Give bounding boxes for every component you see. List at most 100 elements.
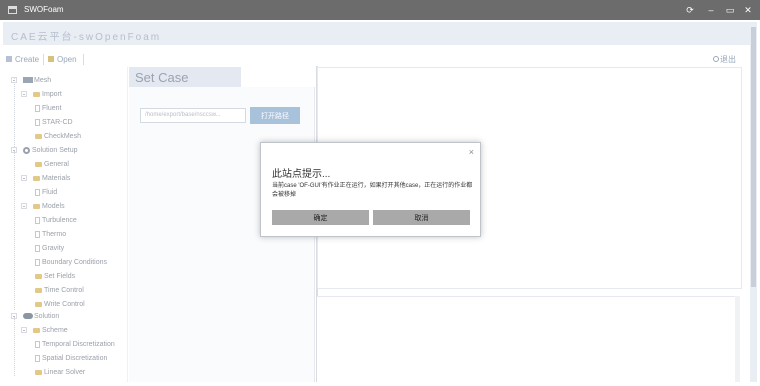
collapse-icon[interactable] xyxy=(11,313,17,319)
sidebar-item-checkmesh[interactable]: CheckMesh xyxy=(35,130,81,142)
file-icon xyxy=(35,230,40,238)
sidebar-item-time-control[interactable]: Time Control xyxy=(35,284,84,296)
sidebar-item-scheme[interactable]: Scheme xyxy=(21,324,68,336)
sidebar-item-turbulence[interactable]: Turbulence xyxy=(35,214,77,226)
file-icon xyxy=(35,244,40,252)
folder-icon xyxy=(35,301,42,307)
sidebar-item-label: Write Control xyxy=(44,300,85,308)
mesh-icon xyxy=(23,77,33,83)
collapse-icon[interactable] xyxy=(21,327,27,333)
sidebar-item-label: Turbulence xyxy=(42,216,77,224)
sidebar-item-boundary-conditions[interactable]: Boundary Conditions xyxy=(35,256,107,268)
case-path-input[interactable]: /home/export/base/nsccsw... xyxy=(140,108,246,123)
folder-icon xyxy=(35,161,42,167)
site-alert-dialog: × 此站点提示... 当前case 'OF-GUI'有作业正在运行，如果打开其他… xyxy=(260,142,481,237)
confirm-button[interactable]: 确定 xyxy=(272,210,369,225)
folder-icon xyxy=(33,327,40,333)
collapse-icon[interactable] xyxy=(11,77,17,83)
collapse-icon[interactable] xyxy=(21,91,27,97)
sidebar-item-label: Gravity xyxy=(42,244,65,252)
sidebar-item-label: Models xyxy=(42,202,65,210)
sidebar-item-temporal-discretization[interactable]: Temporal Discretization xyxy=(35,338,115,350)
gear-icon xyxy=(23,146,30,154)
sidebar-item-fluent[interactable]: Fluent xyxy=(35,102,61,114)
dialog-title: 此站点提示... xyxy=(272,169,331,180)
window-title: SWOFoam xyxy=(24,5,64,14)
file-icon xyxy=(35,258,40,266)
sidebar-item-materials[interactable]: Materials xyxy=(21,172,70,184)
collapse-icon[interactable] xyxy=(11,147,17,153)
brand-header: CAE云平台-swOpenFoam xyxy=(3,22,750,45)
file-icon xyxy=(35,216,40,224)
sidebar-item-thermo[interactable]: Thermo xyxy=(35,228,66,240)
maximize-button[interactable]: ▭ xyxy=(724,4,736,16)
sidebar-item-solution-setup[interactable]: Solution Setup xyxy=(11,144,78,156)
log-scrollbar[interactable] xyxy=(735,296,740,382)
toolbar-divider xyxy=(83,54,84,65)
folder-icon xyxy=(33,91,40,97)
close-window-button[interactable]: ✕ xyxy=(742,4,754,16)
sidebar-item-gravity[interactable]: Gravity xyxy=(35,242,64,254)
sidebar-item-label: CheckMesh xyxy=(44,132,81,140)
sidebar-item-label: Fluid xyxy=(42,188,58,196)
sidebar-item-general[interactable]: General xyxy=(35,158,69,170)
sidebar-item-import[interactable]: Import xyxy=(21,88,62,100)
page-scrollbar[interactable] xyxy=(750,22,757,382)
collapse-icon[interactable] xyxy=(21,203,27,209)
sidebar-item-label: Spatial Discretization xyxy=(42,354,108,362)
refresh-icon[interactable]: ⟳ xyxy=(684,4,696,16)
file-icon xyxy=(35,188,40,196)
folder-icon xyxy=(35,369,42,375)
dialog-message: 当前case 'OF-GUI'有作业正在运行，如果打开其他case，正在运行的作… xyxy=(272,183,473,198)
toolbar-divider xyxy=(43,54,44,65)
sidebar-item-label: Solution xyxy=(34,312,60,320)
sidebar-item-label: Mesh xyxy=(34,76,52,84)
tree-guide xyxy=(14,78,15,148)
sidebar-item-label: Solution Setup xyxy=(32,146,78,154)
sidebar-item-write-control[interactable]: Write Control xyxy=(35,298,85,310)
brand-title: CAE云平台-swOpenFoam xyxy=(11,32,162,43)
page-scrollbar-thumb[interactable] xyxy=(751,27,756,287)
tree-guide xyxy=(14,317,15,377)
sidebar-item-label: Linear Solver xyxy=(44,368,86,376)
exit-label: 退出 xyxy=(720,54,736,64)
cancel-button[interactable]: 取消 xyxy=(373,210,470,225)
folder-icon xyxy=(35,273,42,279)
sidebar-item-star-cd[interactable]: STAR-CD xyxy=(35,116,73,128)
log-panel xyxy=(317,296,739,382)
folder-icon xyxy=(33,175,40,181)
sidebar-item-label: Time Control xyxy=(44,286,84,294)
open-button[interactable]: Open xyxy=(48,52,77,66)
sidebar-item-label: General xyxy=(44,160,69,168)
tab-set-case[interactable]: Set Case xyxy=(129,67,241,87)
close-icon[interactable]: × xyxy=(469,147,474,157)
sidebar-item-solution[interactable]: Solution xyxy=(11,310,59,322)
window-titlebar: SWOFoam ⟳ – ▭ ✕ xyxy=(0,0,760,20)
sidebar-item-set-fields[interactable]: Set Fields xyxy=(35,270,75,282)
sidebar-item-fluid[interactable]: Fluid xyxy=(35,186,57,198)
app-icon xyxy=(8,6,17,14)
create-icon xyxy=(6,56,12,62)
sidebar-item-spatial-discretization[interactable]: Spatial Discretization xyxy=(35,352,107,364)
file-icon xyxy=(35,340,40,348)
folder-icon xyxy=(35,133,42,139)
sidebar-item-label: Import xyxy=(42,90,62,98)
sidebar-item-label: Set Fields xyxy=(44,272,76,280)
create-button[interactable]: Create xyxy=(6,52,39,66)
minimize-button[interactable]: – xyxy=(705,4,717,16)
file-icon xyxy=(35,354,40,362)
collapse-icon[interactable] xyxy=(21,175,27,181)
folder-icon xyxy=(35,287,42,293)
exit-button[interactable]: 退出 xyxy=(713,52,736,66)
sidebar-item-label: Boundary Conditions xyxy=(42,258,107,266)
open-label: Open xyxy=(57,54,77,64)
folder-icon xyxy=(33,203,40,209)
sidebar-item-label: STAR-CD xyxy=(42,118,73,126)
create-label: Create xyxy=(15,54,40,64)
sidebar-item-linear-solver[interactable]: Linear Solver xyxy=(35,366,85,378)
sidebar-item-models[interactable]: Models xyxy=(21,200,65,212)
open-path-button[interactable]: 打开路径 xyxy=(250,107,300,124)
exit-icon xyxy=(713,56,719,62)
toolbar: Create Open 退出 xyxy=(3,52,750,66)
sidebar-item-mesh[interactable]: Mesh xyxy=(11,74,51,86)
